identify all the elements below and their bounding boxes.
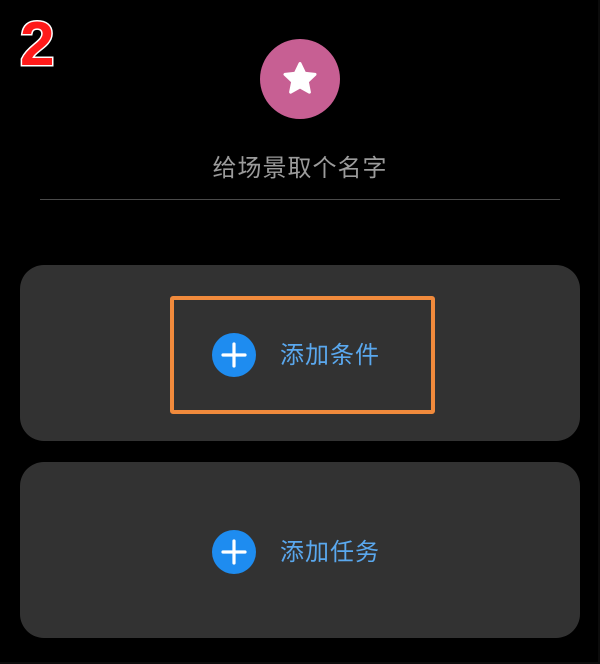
scene-name-input[interactable]: 给场景取个名字 [40,152,560,184]
plus-circle-icon [212,530,256,574]
name-underline [40,199,560,200]
scene-editor-screen: 2 给场景取个名字 添加条件 添加任务 [0,0,600,664]
plus-icon [221,539,247,565]
add-task-label: 添加任务 [280,538,380,566]
step-number-badge: 2 [18,10,56,79]
task-card: 添加任务 [20,462,580,638]
highlight-box [170,296,435,414]
add-task-button[interactable]: 添加任务 [212,530,380,574]
star-icon [283,62,317,94]
scene-icon-button[interactable] [260,39,340,119]
